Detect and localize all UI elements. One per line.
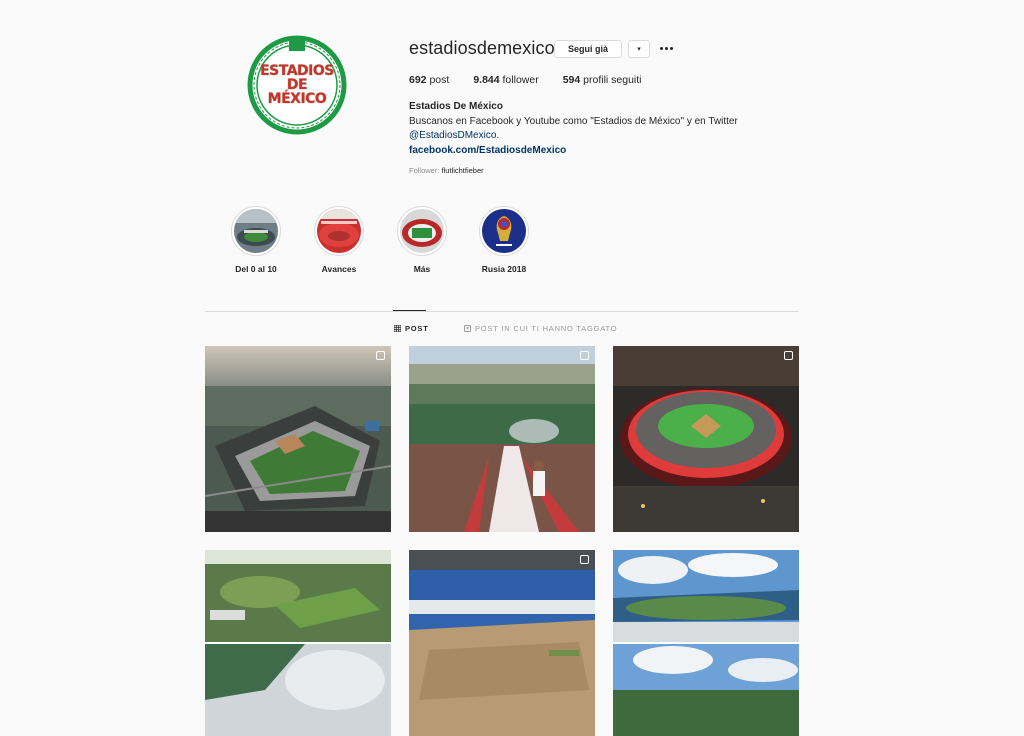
bio-full-name: Estadios De México <box>409 101 503 112</box>
following-label: profili seguiti <box>583 74 642 86</box>
profile-username: estadiosdemexico <box>409 38 555 58</box>
profile-bio: Estadios De México Buscanos en Facebook … <box>409 100 809 158</box>
multiple-images-icon <box>784 351 793 360</box>
stadium-night-photo <box>613 346 799 532</box>
highlight-cover <box>479 206 529 256</box>
multiple-images-icon <box>376 351 385 360</box>
stadium-thumbnail-icon <box>234 209 278 253</box>
highlight-label: Rusia 2018 <box>481 264 527 274</box>
follow-dropdown-button[interactable]: ▾ <box>628 40 650 58</box>
post-thumbnail[interactable] <box>409 346 595 532</box>
logo-word-2: DE <box>286 77 308 93</box>
followed-by[interactable]: Follower: flutlichtfieber <box>409 166 484 175</box>
highlight-avances[interactable]: Avances <box>294 206 384 274</box>
tab-label: POST IN CUI TI HANNO TAGGATO <box>475 324 618 333</box>
bio-website-link[interactable]: facebook.com/EstadiosdeMexico <box>409 144 809 159</box>
stadium-construction-photo <box>409 550 595 736</box>
grid-icon <box>394 325 401 332</box>
more-options-button[interactable] <box>658 40 674 56</box>
post-thumbnail[interactable] <box>205 346 391 532</box>
tabs-divider <box>205 311 799 312</box>
world-cup-logo-icon <box>482 209 526 253</box>
post-thumbnail[interactable] <box>613 550 799 736</box>
stadium-thumbnail-icon <box>400 209 444 253</box>
highlight-cover <box>314 206 364 256</box>
logo-word-1: ESTADIOS <box>260 63 334 79</box>
posts-stat: 692 post <box>409 74 449 86</box>
followed-by-label: Follower: <box>409 166 440 175</box>
post-thumbnail[interactable] <box>409 550 595 736</box>
multiple-images-icon <box>580 351 589 360</box>
chevron-down-icon: ▾ <box>637 46 641 53</box>
highlight-del-0-al-10[interactable]: Del 0 al 10 <box>211 206 301 274</box>
bio-text: Buscanos en Facebook y Youtube como "Est… <box>409 115 738 127</box>
multiple-images-icon <box>580 555 589 564</box>
highlight-label: Del 0 al 10 <box>235 264 277 274</box>
tab-tagged[interactable]: POST IN CUI TI HANNO TAGGATO <box>464 324 617 333</box>
sports-complex-photo <box>205 550 391 736</box>
followers-label: follower <box>502 74 539 86</box>
highlight-cover <box>231 206 281 256</box>
profile-avatar[interactable]: ESTADIOS DE MÉXICO <box>246 34 348 136</box>
post-thumbnail[interactable] <box>613 346 799 532</box>
active-tab-indicator <box>393 310 426 311</box>
following-button[interactable]: Segui già <box>554 40 622 58</box>
baseball-stadium-photo <box>205 346 391 532</box>
highlight-cover <box>397 206 447 256</box>
following-count: 594 <box>562 74 581 86</box>
tag-icon <box>464 325 471 332</box>
ellipsis-icon <box>659 46 674 50</box>
followers-count: 9.844 <box>473 74 500 86</box>
avatar-logo-text: ESTADIOS DE MÉXICO <box>246 64 348 106</box>
highlight-label: Avances <box>321 264 357 274</box>
highlight-mas[interactable]: Más <box>377 206 467 274</box>
posts-count: 692 <box>409 74 427 86</box>
following-stat[interactable]: 594 profili seguiti <box>563 74 642 86</box>
post-thumbnail[interactable] <box>205 550 391 736</box>
bio-mention-link[interactable]: @EstadiosDMexico. <box>409 129 809 144</box>
tab-posts[interactable]: POST <box>394 324 429 333</box>
crowd-photo <box>409 346 595 532</box>
followed-by-user: flutlichtfieber <box>441 166 484 175</box>
profile-stats: 692 post 9.844 follower 594 profili segu… <box>409 74 666 86</box>
highlight-rusia-2018[interactable]: Rusia 2018 <box>459 206 549 274</box>
posts-label: post <box>429 74 450 86</box>
tab-label: POST <box>405 324 429 333</box>
stadium-sky-photo <box>613 550 799 736</box>
stadium-thumbnail-icon <box>317 209 361 253</box>
followers-stat[interactable]: 9.844 follower <box>473 74 538 86</box>
logo-word-3: MÉXICO <box>267 91 327 107</box>
highlight-label: Más <box>413 264 431 274</box>
